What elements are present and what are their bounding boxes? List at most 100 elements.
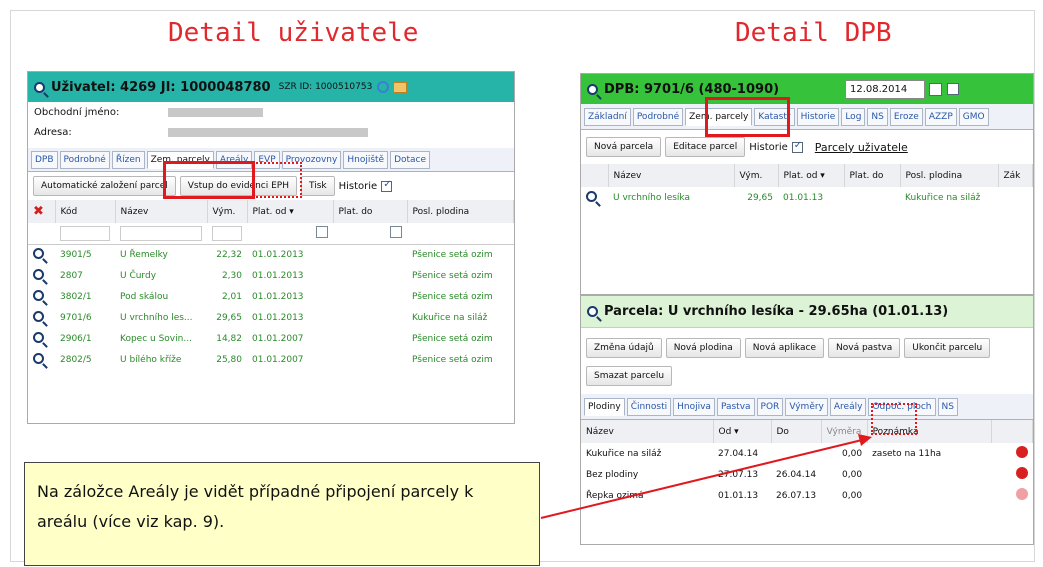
search-icon[interactable] xyxy=(587,83,598,95)
table-row[interactable]: U vrchního lesíka 29,65 01.01.13 Kukuřice n… xyxy=(581,187,1033,208)
history-checkbox[interactable] xyxy=(381,179,393,192)
delete-parcel-button[interactable]: Smazat parcelu xyxy=(586,366,673,386)
new-crop-button[interactable]: Nová plodina xyxy=(665,338,741,358)
address-label: Adresa: xyxy=(34,126,72,138)
table-row[interactable]: 2807 U Čurdy 2,30 01.01.2013 Pšenice setá oz… xyxy=(28,265,514,286)
tab-podrobne[interactable]: Podrobné xyxy=(59,150,110,169)
col-nazev[interactable]: Název xyxy=(115,200,208,223)
calendar-icon[interactable] xyxy=(316,225,328,238)
search-icon[interactable] xyxy=(587,306,598,317)
table-row[interactable]: 3802/1 Pod skálou 2,01 01.01.2013 Pšenice se… xyxy=(28,286,514,307)
new-parcel-button[interactable]: Nová parcela xyxy=(586,137,662,157)
table-row[interactable]: 2906/1 Kopec u Sovin... 14,82 01.01.2007 Pše… xyxy=(28,328,514,349)
tab-eroze[interactable]: Eroze xyxy=(889,107,923,126)
tab-azzp[interactable]: AZZP xyxy=(924,107,957,126)
search-icon[interactable] xyxy=(33,289,44,301)
date-input[interactable]: 12.08.2014 xyxy=(845,79,925,99)
delete-icon[interactable]: ✖ xyxy=(28,200,56,223)
auto-create-parcels-button[interactable]: Automatické založení parcel xyxy=(33,176,176,196)
tab-plodiny[interactable]: Plodiny xyxy=(584,397,625,416)
cell-poznamka xyxy=(867,464,991,485)
cell-vym: 2,30 xyxy=(221,270,242,281)
table-row[interactable]: 2802/5 U bílého kříže 25,80 01.01.2007 Pšeni… xyxy=(28,349,514,370)
tab-zakladni[interactable]: Základní xyxy=(584,107,631,126)
history-label: Historie xyxy=(749,141,788,153)
search-icon[interactable] xyxy=(33,331,44,343)
delete-icon[interactable] xyxy=(1015,488,1028,500)
edit-icon[interactable] xyxy=(393,81,408,93)
tab-podrobne[interactable]: Podrobné xyxy=(632,107,684,126)
cell-vymera: 0,00 xyxy=(842,469,863,480)
tab-historie[interactable]: Historie xyxy=(796,107,840,126)
new-application-button[interactable]: Nová aplikace xyxy=(744,338,825,358)
col-plat-od[interactable]: Plat. od ▾ xyxy=(778,164,845,187)
tab-hnojiste[interactable]: Hnojiště xyxy=(343,150,389,169)
col-posl-plodina[interactable]: Posl. plodina xyxy=(900,164,999,187)
filter-nazev-input[interactable] xyxy=(120,225,202,241)
tab-ns[interactable]: NS xyxy=(937,397,958,416)
search-icon[interactable] xyxy=(586,190,597,202)
tab-gmo[interactable]: GMO xyxy=(958,107,989,126)
name-label: Obchodní jméno: xyxy=(34,106,120,118)
new-pasture-button[interactable]: Nová pastva xyxy=(828,338,901,358)
search-icon[interactable] xyxy=(33,310,44,322)
cell-plat-do xyxy=(844,187,900,208)
tab-rizeni[interactable]: Řízen xyxy=(111,150,145,169)
user-parcels-link[interactable]: Parcely uživatele xyxy=(815,141,908,154)
cell-plat-od: 01.01.2007 xyxy=(252,354,304,365)
col-do[interactable]: Do xyxy=(771,420,822,443)
col-vymera[interactable]: Výměra xyxy=(821,420,868,443)
tab-ns[interactable]: NS xyxy=(867,107,888,126)
calendar-icon[interactable] xyxy=(929,82,942,96)
print-button[interactable]: Tisk xyxy=(300,176,335,196)
tab-pastva[interactable]: Pastva xyxy=(716,397,755,416)
cell-vymera: 0,00 xyxy=(842,448,863,459)
tab-arealy[interactable]: Areály xyxy=(829,397,867,416)
col-od[interactable]: Od ▾ xyxy=(713,420,772,443)
col-nazev[interactable]: Název xyxy=(581,420,714,443)
col-kod[interactable]: Kód xyxy=(55,200,116,223)
table-row[interactable]: 9701/6 U vrchního les... 29,65 01.01.2013 Ku… xyxy=(28,307,514,328)
tab-dpb[interactable]: DPB xyxy=(31,150,58,169)
refresh-icon[interactable] xyxy=(377,81,390,93)
parcel-header: Parcela: U vrchního lesíka - 29.65ha (01… xyxy=(581,296,1033,328)
table-row[interactable]: Kukuřice na siláž 27.04.14 0,00 zaseto na 1… xyxy=(581,443,1033,464)
filter-kod-input[interactable] xyxy=(60,225,110,241)
col-vym[interactable]: Vým. xyxy=(734,164,779,187)
col-vym[interactable]: Vým. xyxy=(207,200,248,223)
cell-nazev: Kukuřice na siláž xyxy=(586,448,662,459)
col-zak[interactable]: Zák xyxy=(998,164,1033,187)
edit-parcels-button[interactable]: Editace parcel xyxy=(665,137,746,157)
tab-log[interactable]: Log xyxy=(841,107,866,126)
tab-dotace[interactable]: Dotace xyxy=(390,150,431,169)
tab-cinnosti[interactable]: Činnosti xyxy=(626,397,672,416)
change-data-button[interactable]: Změna údajů xyxy=(586,338,662,358)
tab-hnojiva[interactable]: Hnojiva xyxy=(673,397,715,416)
col-plat-do[interactable]: Plat. do xyxy=(333,200,408,223)
table-row[interactable]: Řepka ozimá 01.01.13 26.07.13 0,00 xyxy=(581,485,1033,506)
calendar-icon[interactable] xyxy=(390,225,402,238)
end-parcel-button[interactable]: Ukončit parcelu xyxy=(904,338,991,358)
col-plat-do[interactable]: Plat. do xyxy=(844,164,901,187)
col-nazev[interactable]: Název xyxy=(608,164,735,187)
search-icon[interactable] xyxy=(33,268,44,280)
search-icon[interactable] xyxy=(33,352,44,364)
filter-vym-input[interactable] xyxy=(212,225,242,241)
table-row[interactable]: 3901/5 U Řemelky 22,32 01.01.2013 Pšenice se… xyxy=(28,244,514,265)
search-icon[interactable] xyxy=(34,81,45,93)
date-checkbox[interactable] xyxy=(947,83,959,95)
cell-nazev: U bílého kříže xyxy=(120,354,182,365)
table-row[interactable]: Bez plodiny 27.07.13 26.04.14 0,00 xyxy=(581,464,1033,485)
cell-plat-do xyxy=(333,328,407,349)
cell-plat-do xyxy=(333,349,407,370)
table-header: Název Od ▾ Do Výměra Poznámka xyxy=(581,420,1033,443)
tab-vymery[interactable]: Výměry xyxy=(785,397,828,416)
cell-vym: 29,65 xyxy=(747,192,773,203)
col-plat-od[interactable]: Plat. od ▾ xyxy=(247,200,334,223)
delete-icon[interactable] xyxy=(1015,446,1028,458)
col-posl-plodina[interactable]: Posl. plodina xyxy=(407,200,514,223)
search-icon[interactable] xyxy=(33,247,44,259)
history-checkbox[interactable] xyxy=(791,140,803,153)
delete-icon[interactable] xyxy=(1015,467,1028,479)
tab-por[interactable]: POR xyxy=(756,397,784,416)
